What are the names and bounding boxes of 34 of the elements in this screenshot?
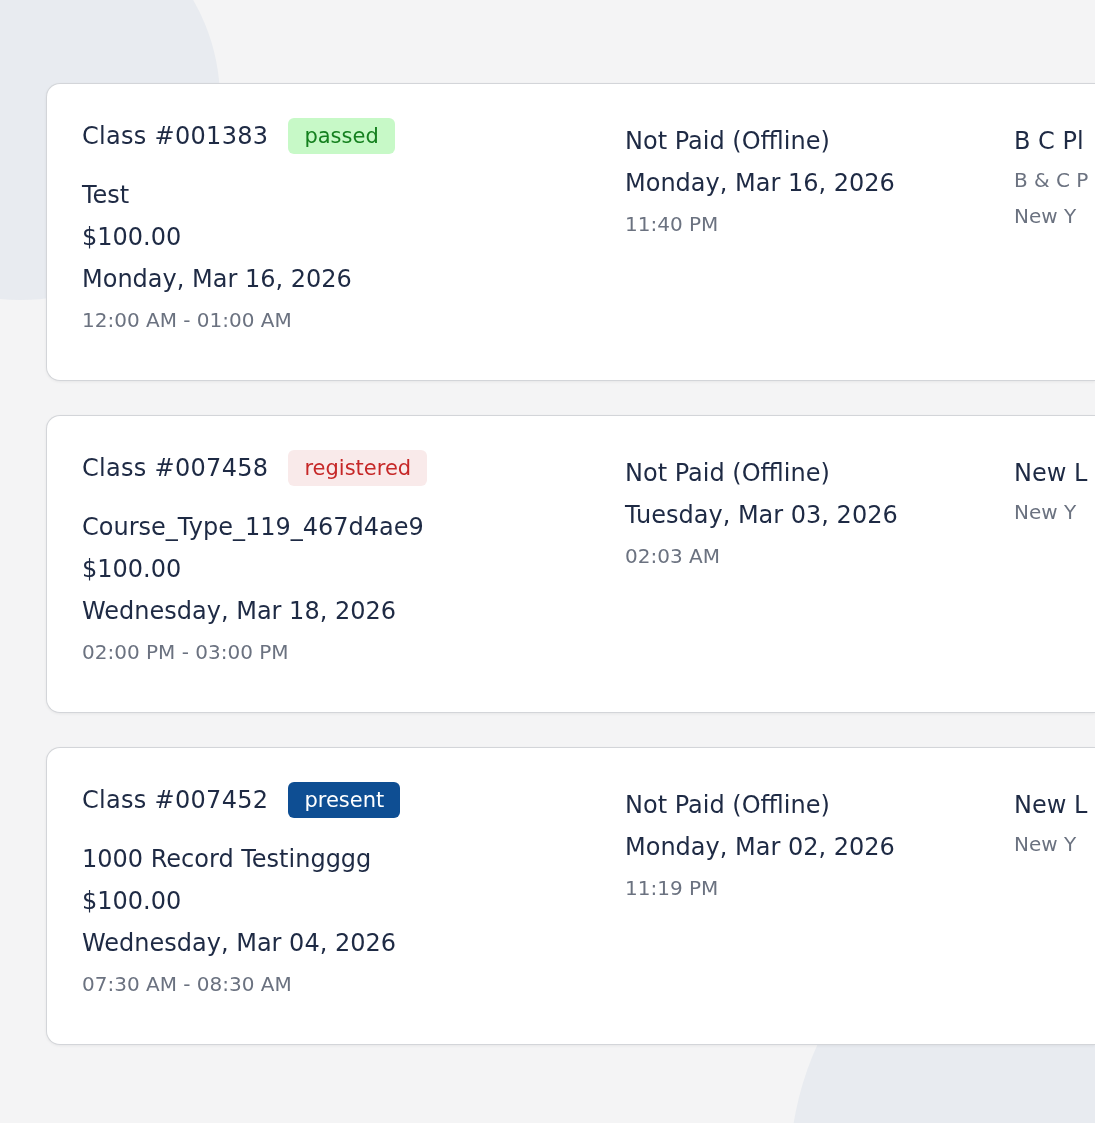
course-name: Course_Type_119_467d4ae9: [82, 512, 425, 543]
status-badge: passed: [288, 118, 395, 154]
status-badge: registered: [288, 450, 428, 486]
class-title: Class #001383: [82, 122, 269, 150]
payment-time: 02:03 AM: [625, 543, 721, 570]
class-title: Class #007452: [82, 786, 269, 814]
location-name: New L: [1014, 790, 1089, 821]
class-time: 12:00 AM - 01:00 AM: [82, 307, 293, 334]
class-date: Wednesday, Mar 18, 2026: [82, 596, 397, 627]
class-date: Wednesday, Mar 04, 2026: [82, 928, 397, 959]
status-badge: present: [288, 782, 401, 818]
location-name: B C Pl: [1014, 126, 1085, 157]
payment-status: Not Paid (Offline): [625, 126, 831, 157]
price: $100.00: [82, 554, 183, 585]
payment-status: Not Paid (Offline): [625, 790, 831, 821]
location-name: New L: [1014, 458, 1089, 489]
location-detail: New Y: [1014, 831, 1078, 858]
location-detail: New Y: [1014, 499, 1078, 526]
payment-time: 11:40 PM: [625, 211, 720, 238]
class-time: 02:00 PM - 03:00 PM: [82, 639, 290, 666]
course-name: Test: [82, 180, 131, 211]
location-detail: New Y: [1014, 203, 1078, 230]
payment-time: 11:19 PM: [625, 875, 720, 902]
payment-date: Monday, Mar 02, 2026: [625, 832, 896, 863]
payment-date: Tuesday, Mar 03, 2026: [625, 500, 899, 531]
class-title: Class #007458: [82, 454, 269, 482]
payment-date: Monday, Mar 16, 2026: [625, 168, 896, 199]
price: $100.00: [82, 886, 183, 917]
class-time: 07:30 AM - 08:30 AM: [82, 971, 293, 998]
location-detail: B & C P: [1014, 167, 1090, 194]
payment-status: Not Paid (Offline): [625, 458, 831, 489]
class-date: Monday, Mar 16, 2026: [82, 264, 353, 295]
price: $100.00: [82, 222, 183, 253]
course-name: 1000 Record Testingggg: [82, 844, 373, 875]
